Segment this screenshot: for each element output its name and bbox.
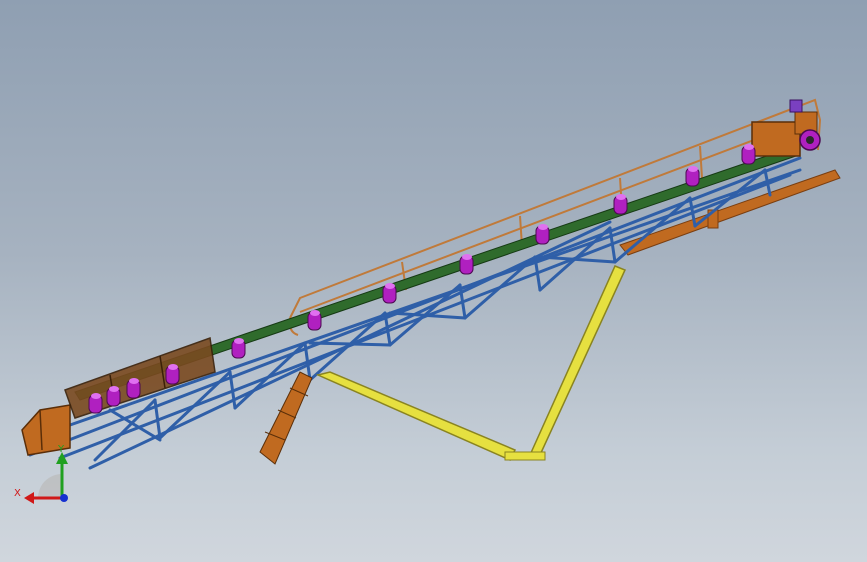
- idler-roller-icon: [88, 393, 103, 414]
- idler-roller-icon: [307, 310, 322, 331]
- conveyor-model[interactable]: X Y: [0, 0, 867, 562]
- idler-roller-icon: [231, 338, 246, 359]
- truss-frame: [28, 156, 802, 470]
- head-drive: [751, 99, 821, 157]
- idler-roller-icon: [685, 166, 700, 187]
- idler-roller-icon: [126, 378, 141, 399]
- y-axis-label: Y: [57, 444, 65, 455]
- cad-viewport[interactable]: X Y: [0, 0, 867, 562]
- idler-roller-icon: [165, 364, 180, 385]
- idler-roller-icon: [741, 144, 756, 165]
- idler-roller-icon: [382, 283, 397, 304]
- side-chute: [259, 371, 313, 465]
- rear-brace: [619, 169, 841, 256]
- idler-roller-icon: [613, 194, 628, 215]
- idler-roller-icon: [535, 224, 550, 245]
- idler-roller-icon: [459, 254, 474, 275]
- idler-roller-icon: [106, 386, 121, 407]
- x-axis-label: X: [14, 488, 21, 499]
